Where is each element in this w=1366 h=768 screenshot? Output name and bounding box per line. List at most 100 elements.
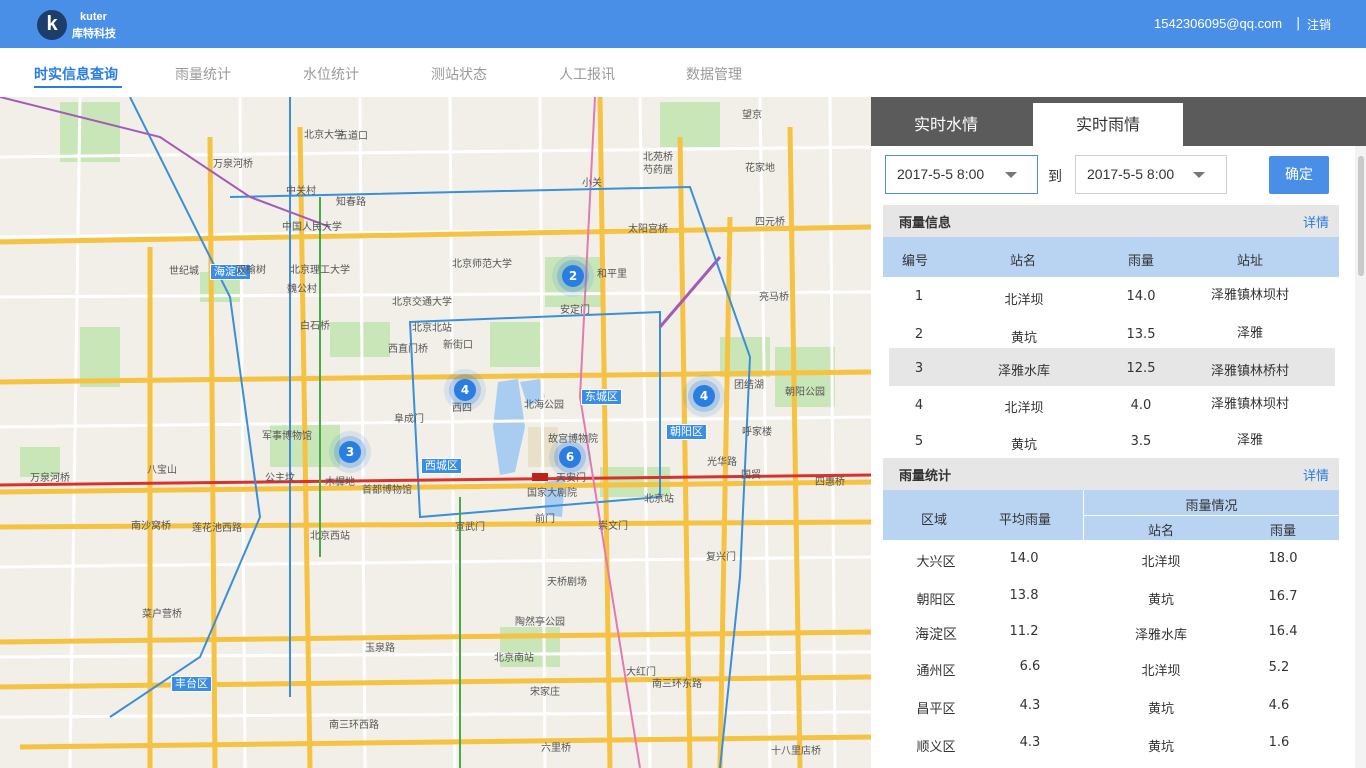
brand-name-en: kuter xyxy=(80,11,107,23)
map-place-label: 阜成门 xyxy=(394,414,424,425)
row-id: 5 xyxy=(914,434,924,449)
map-place-label: 中关村 xyxy=(286,186,316,197)
map-place-label: 天安门 xyxy=(556,473,586,484)
row-address: 泽雅 xyxy=(1236,326,1263,341)
rain-stats-header: 雨量统计 详情 xyxy=(883,458,1339,490)
row-address: 泽雅 xyxy=(1236,433,1263,448)
rain-info-title: 雨量信息 xyxy=(899,216,952,231)
map-place-label: 北京站 xyxy=(644,494,674,505)
nav-rainfall-stats[interactable]: 雨量统计 xyxy=(175,64,231,84)
rain-stats-detail-link[interactable]: 详情 xyxy=(1303,465,1329,484)
row-rain: 16.4 xyxy=(1268,624,1298,639)
row-rain: 16.7 xyxy=(1268,589,1298,604)
row-avg: 4.3 xyxy=(1019,735,1041,750)
nav-realtime-query[interactable]: 时实信息查询 xyxy=(34,64,118,84)
row-rainfall: 14.0 xyxy=(1126,289,1156,304)
tab-realtime-rain[interactable]: 实时雨情 xyxy=(1033,103,1183,146)
station-cluster-marker[interactable]: 2 xyxy=(562,265,584,287)
row-avg: 13.8 xyxy=(1009,588,1039,603)
map-place-label: 呼家楼 xyxy=(742,427,772,438)
map-place-label: 西四 xyxy=(452,403,472,414)
nav-data-management[interactable]: 数据管理 xyxy=(686,64,742,84)
row-station: 北洋坝 xyxy=(1141,664,1181,679)
row-area: 海淀区 xyxy=(915,627,957,643)
column-header-station: 站名 xyxy=(1147,524,1174,539)
date-from-select[interactable]: 2017-5-5 8:00 xyxy=(885,155,1038,194)
map-place-label: 望京 xyxy=(742,110,762,121)
date-to-value: 2017-5-5 8:00 xyxy=(1087,166,1175,182)
row-area: 大兴区 xyxy=(916,555,956,570)
header-divider xyxy=(1084,515,1339,516)
map-place-label: 朝阳公园 xyxy=(785,387,825,398)
row-area: 顺义区 xyxy=(916,740,956,755)
map-place-label: 知春路 xyxy=(336,197,366,208)
row-avg: 14.0 xyxy=(1009,551,1039,566)
map-place-label: 木樨地 xyxy=(325,477,355,488)
station-cluster-marker[interactable]: 4 xyxy=(693,385,715,407)
row-avg: 6.6 xyxy=(1019,659,1041,674)
map-place-label: 军事博物馆 xyxy=(262,431,312,442)
confirm-button[interactable]: 确定 xyxy=(1269,156,1329,194)
map-place-label: 双榆树 xyxy=(236,265,266,276)
nav-waterlevel-stats[interactable]: 水位统计 xyxy=(303,64,359,84)
row-station: 黄坑 xyxy=(1010,331,1037,346)
row-avg: 4.3 xyxy=(1019,698,1041,713)
map-place-label: 玉泉路 xyxy=(365,643,395,654)
map-place-label: 南沙窝桥 xyxy=(131,521,171,532)
map-place-label: 小关 xyxy=(582,178,602,189)
row-station: 泽雅水库 xyxy=(997,364,1050,379)
panel-tabbar: 实时水情 实时雨情 xyxy=(871,97,1366,146)
station-cluster-marker[interactable]: 3 xyxy=(339,441,361,463)
tab-realtime-water[interactable]: 实时水情 xyxy=(871,103,1021,146)
row-station: 北洋坝 xyxy=(1004,293,1044,308)
row-id: 2 xyxy=(914,327,924,342)
main-nav: 时实信息查询 雨量统计 水位统计 测站状态 人工报讯 数据管理 xyxy=(0,48,1366,97)
row-station: 黄坑 xyxy=(1147,593,1174,608)
map-place-label: 北京西站 xyxy=(310,531,350,542)
row-rain: 18.0 xyxy=(1268,551,1298,566)
map-place-label: 魏公村 xyxy=(287,284,317,295)
map-place-label: 北苑桥 xyxy=(643,152,673,163)
map-place-label: 和平里 xyxy=(597,269,627,280)
map-place-label: 北京北站 xyxy=(412,323,452,334)
column-header: 编号 xyxy=(901,254,928,269)
map-place-label: 白石桥 xyxy=(300,321,330,332)
row-rain: 5.2 xyxy=(1268,660,1290,675)
column-header-situation: 雨量情况 xyxy=(1185,499,1238,514)
map-place-label: 万泉河桥 xyxy=(30,473,70,484)
date-from-value: 2017-5-5 8:00 xyxy=(897,166,985,182)
row-address: 泽雅镇林坝村 xyxy=(1210,288,1289,303)
scrollbar-thumb[interactable] xyxy=(1358,156,1364,276)
map-place-label: 北京南站 xyxy=(494,653,534,664)
brand-name-cn: 库特科技 xyxy=(72,27,116,40)
map-place-label: 菜户营桥 xyxy=(142,609,182,620)
map-view[interactable]: 海淀区 东城区 西城区 朝阳区 丰台区 2 4 4 3 6 北京大学 五道口 北… xyxy=(0,97,871,768)
map-canvas xyxy=(0,97,871,768)
district-label-fengtai: 丰台区 xyxy=(171,676,212,692)
station-cluster-marker[interactable]: 4 xyxy=(454,379,476,401)
nav-active-indicator xyxy=(34,86,122,88)
row-address: 泽雅镇林坝村 xyxy=(1210,397,1289,412)
map-place-label: 崇文门 xyxy=(598,521,628,532)
panel-scrollbar[interactable] xyxy=(1355,146,1366,768)
logout-link[interactable]: 注销 xyxy=(1307,16,1331,33)
map-place-label: 十八里店桥 xyxy=(771,746,821,757)
column-header-area: 区域 xyxy=(920,513,947,528)
map-place-label: 花家地 xyxy=(745,163,775,174)
map-place-label: 五道口 xyxy=(338,131,368,142)
district-label-xicheng: 西城区 xyxy=(421,458,462,474)
district-label-chaoyang: 朝阳区 xyxy=(666,424,707,440)
row-station: 黄坑 xyxy=(1147,702,1174,717)
map-place-label: 北京师范大学 xyxy=(452,259,512,270)
column-header: 站址 xyxy=(1236,254,1263,269)
map-place-label: 西直门桥 xyxy=(388,344,428,355)
map-place-label: 宋家庄 xyxy=(530,687,560,698)
date-to-select[interactable]: 2017-5-5 8:00 xyxy=(1075,155,1227,194)
rain-info-detail-link[interactable]: 详情 xyxy=(1303,212,1329,231)
column-header: 站名 xyxy=(1009,254,1036,269)
rain-info-header: 雨量信息 详情 xyxy=(883,205,1339,237)
nav-manual-report[interactable]: 人工报讯 xyxy=(559,64,615,84)
map-place-label: 太阳宫桥 xyxy=(628,224,668,235)
nav-station-status[interactable]: 测站状态 xyxy=(431,64,487,84)
station-cluster-marker[interactable]: 6 xyxy=(559,446,581,468)
